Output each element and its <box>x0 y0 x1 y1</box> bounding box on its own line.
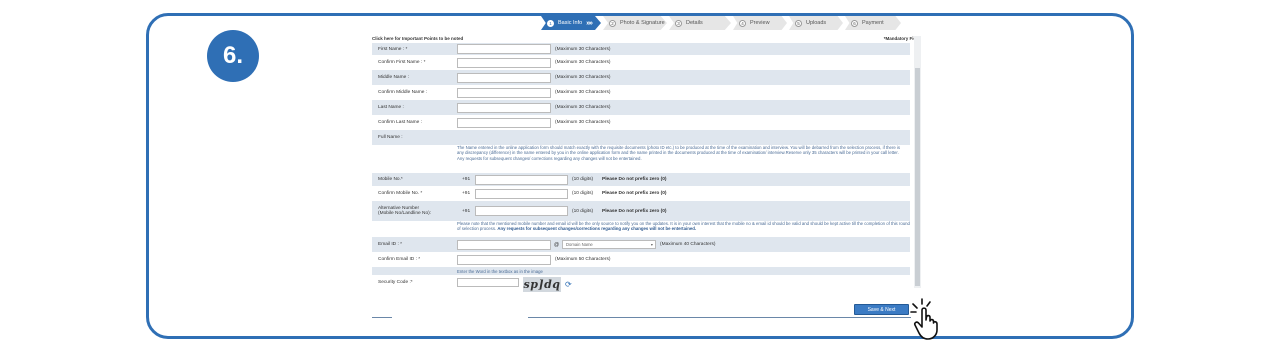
first-name-note: (Maximum 30 Characters) <box>555 46 611 52</box>
confirm-last-name-row: Confirm Last Name : (Maximum 30 Characte… <box>372 115 910 130</box>
last-name-label: Last Name : <box>378 105 404 110</box>
progress-bar: 1 Basic Info »» 2 Photo & Signature 3 De… <box>541 16 903 30</box>
email-row: Email ID : * @ Domain Name ▾ (Maximum 40… <box>372 237 910 252</box>
confirm-email-input[interactable] <box>457 254 551 265</box>
confirm-first-name-input[interactable] <box>457 57 551 68</box>
scrollbar-thumb[interactable] <box>915 68 920 286</box>
last-name-input[interactable] <box>457 102 551 113</box>
middle-name-row: Middle Name : (Maximum 30 Characters) <box>372 70 910 85</box>
mobile-digits: (10 digits) <box>572 177 594 182</box>
mobile-label: Mobile No.* <box>378 177 403 182</box>
basic-info-form: Click here for Important Points to be no… <box>372 36 920 303</box>
confirm-last-name-label: Confirm Last Name : <box>378 120 422 125</box>
confirm-middle-name-note: (Maximum 30 Characters) <box>555 90 611 95</box>
security-code-row: Security Code :* sp]dq ⟳ <box>372 275 910 303</box>
confirm-email-row: Confirm Email ID : * (Maximum 50 Charact… <box>372 252 910 267</box>
confirm-first-name-note: (Maximum 30 Characters) <box>555 60 611 65</box>
alternative-digits: (10 digits) <box>572 208 594 214</box>
confirm-first-name-label: Confirm First Name : * <box>378 60 426 65</box>
full-name-label: Full Name : <box>378 135 403 140</box>
confirm-mobile-label: Confirm Mobile No. * <box>378 191 423 196</box>
captcha-image: sp]dq <box>523 277 561 292</box>
progress-step-details[interactable]: 3 Details <box>669 16 731 30</box>
mobile-warning: Please Do not prefix zero (0) <box>602 177 667 182</box>
first-name-input[interactable] <box>457 44 551 54</box>
security-code-label: Security Code :* <box>378 280 413 285</box>
mobile-input[interactable] <box>475 174 568 185</box>
progress-step-number: 4 <box>739 19 746 27</box>
confirm-middle-name-input[interactable] <box>457 87 551 98</box>
confirm-mobile-warning: Please Do not prefix zero (0) <box>602 191 667 196</box>
confirm-last-name-input[interactable] <box>457 117 551 128</box>
mobile-row: Mobile No.* +91 (10 digits) Please Do no… <box>372 173 910 186</box>
progress-step-payment[interactable]: 6 Payment <box>845 16 901 30</box>
progress-step-number: 5 <box>795 19 802 27</box>
captcha-hint: Enter the Word in the textbox as in the … <box>372 267 910 275</box>
divider <box>372 317 392 318</box>
mobile-prefix: +91 <box>462 177 471 182</box>
progress-step-number: 2 <box>609 19 616 27</box>
middle-name-label: Middle Name : <box>378 75 409 80</box>
progress-step-label: Payment <box>862 20 884 26</box>
progress-step-basic-info[interactable]: 1 Basic Info »» <box>541 16 601 30</box>
save-next-button[interactable]: Save & Next <box>854 304 909 315</box>
refresh-captcha-icon[interactable]: ⟳ <box>565 280 572 289</box>
progress-step-uploads[interactable]: 5 Uploads <box>789 16 843 30</box>
email-note: (Maximum 40 Characters) <box>660 242 716 247</box>
alternative-number-label-line1: Alternative Number <box>378 205 420 211</box>
progress-step-photo-signature[interactable]: 2 Photo & Signature <box>603 16 667 30</box>
double-chevron-icon: »» <box>586 19 593 27</box>
confirm-email-note: (Maximum 50 Characters) <box>555 257 611 262</box>
at-sign: @ <box>554 241 560 248</box>
confirm-first-name-row: Confirm First Name : * (Maximum 30 Chara… <box>372 55 910 70</box>
contact-instructions-bold: Any requests for subsequent changes/corr… <box>497 226 697 232</box>
full-name-row: Full Name : <box>372 130 910 145</box>
email-label: Email ID : * <box>378 242 402 247</box>
confirm-mobile-digits: (10 digits) <box>572 191 594 196</box>
alternative-number-input[interactable] <box>475 206 568 216</box>
step-badge: 6. <box>207 30 259 82</box>
important-points-link-row: Click here for Important Points to be no… <box>372 36 920 43</box>
important-points-link[interactable]: Click here for Important Points to be no… <box>372 36 463 41</box>
chevron-down-icon: ▾ <box>650 242 653 247</box>
progress-step-label: Basic Info <box>558 20 583 26</box>
first-name-row: First Name : * (Maximum 30 Characters) <box>372 43 910 55</box>
first-name-label: First Name : * <box>378 46 408 52</box>
progress-step-label: Uploads <box>806 20 827 26</box>
confirm-email-label: Confirm Email ID : * <box>378 257 421 262</box>
name-instructions: The Name entered in the online applicati… <box>457 145 901 161</box>
alternative-number-label: Alternative Number (Mobile No/Landline N… <box>372 206 452 217</box>
progress-step-label: Preview <box>750 20 770 26</box>
email-domain-placeholder: Domain Name <box>566 242 593 247</box>
contact-instructions: Please note that the mentioned mobile nu… <box>372 221 910 237</box>
middle-name-note: (Maximum 30 Characters) <box>555 75 611 80</box>
progress-step-label: Photo & Signature <box>620 20 665 26</box>
progress-step-number: 3 <box>675 19 682 27</box>
alternative-number-row: Alternative Number (Mobile No/Landline N… <box>372 201 910 221</box>
middle-name-input[interactable] <box>457 72 551 83</box>
alternative-warning: Please Do not prefix zero (0) <box>602 208 667 214</box>
confirm-mobile-prefix: +91 <box>462 191 471 196</box>
progress-step-number: 6 <box>851 19 858 27</box>
confirm-middle-name-row: Confirm Middle Name : (Maximum 30 Charac… <box>372 85 910 100</box>
last-name-note: (Maximum 30 Characters) <box>555 105 611 110</box>
alternative-prefix: +91 <box>462 208 471 214</box>
alternative-number-label-line2: (Mobile No/Landline No): <box>378 211 432 216</box>
confirm-mobile-input[interactable] <box>475 188 568 199</box>
progress-step-label: Details <box>686 20 703 26</box>
hand-pointer-icon <box>910 298 938 340</box>
confirm-middle-name-label: Confirm Middle Name : <box>378 90 428 95</box>
divider <box>528 317 911 318</box>
email-domain-select[interactable]: Domain Name ▾ <box>562 240 656 249</box>
progress-step-number: 1 <box>547 19 554 27</box>
confirm-mobile-row: Confirm Mobile No. * +91 (10 digits) Ple… <box>372 186 910 201</box>
last-name-row: Last Name : (Maximum 30 Characters) <box>372 100 910 115</box>
security-code-input[interactable] <box>457 278 519 287</box>
progress-step-preview[interactable]: 4 Preview <box>733 16 787 30</box>
confirm-last-name-note: (Maximum 30 Characters) <box>555 120 611 125</box>
email-input[interactable] <box>457 239 551 250</box>
